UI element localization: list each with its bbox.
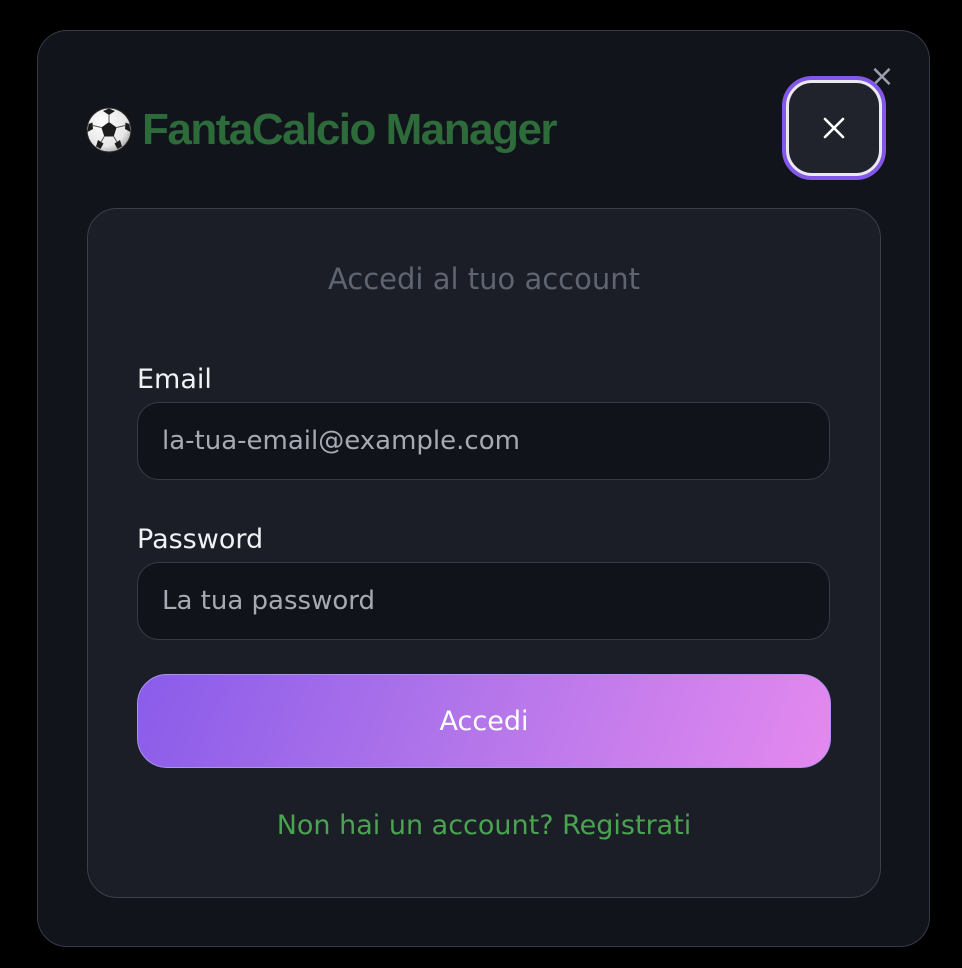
email-field[interactable] <box>137 402 830 480</box>
password-field[interactable] <box>137 562 830 640</box>
app-title: FantaCalcio Manager <box>142 105 558 154</box>
email-label: Email <box>137 364 212 395</box>
login-submit-button[interactable]: Accedi <box>137 674 831 768</box>
login-subtitle: Accedi al tuo account <box>327 262 641 296</box>
register-link[interactable]: Non hai un account? Registrati <box>87 810 881 841</box>
password-label: Password <box>137 524 264 555</box>
app-header: FantaCalcio Manager <box>86 100 558 160</box>
close-icon <box>786 80 882 176</box>
close-button[interactable] <box>782 76 886 180</box>
soccer-ball-icon <box>86 107 132 153</box>
